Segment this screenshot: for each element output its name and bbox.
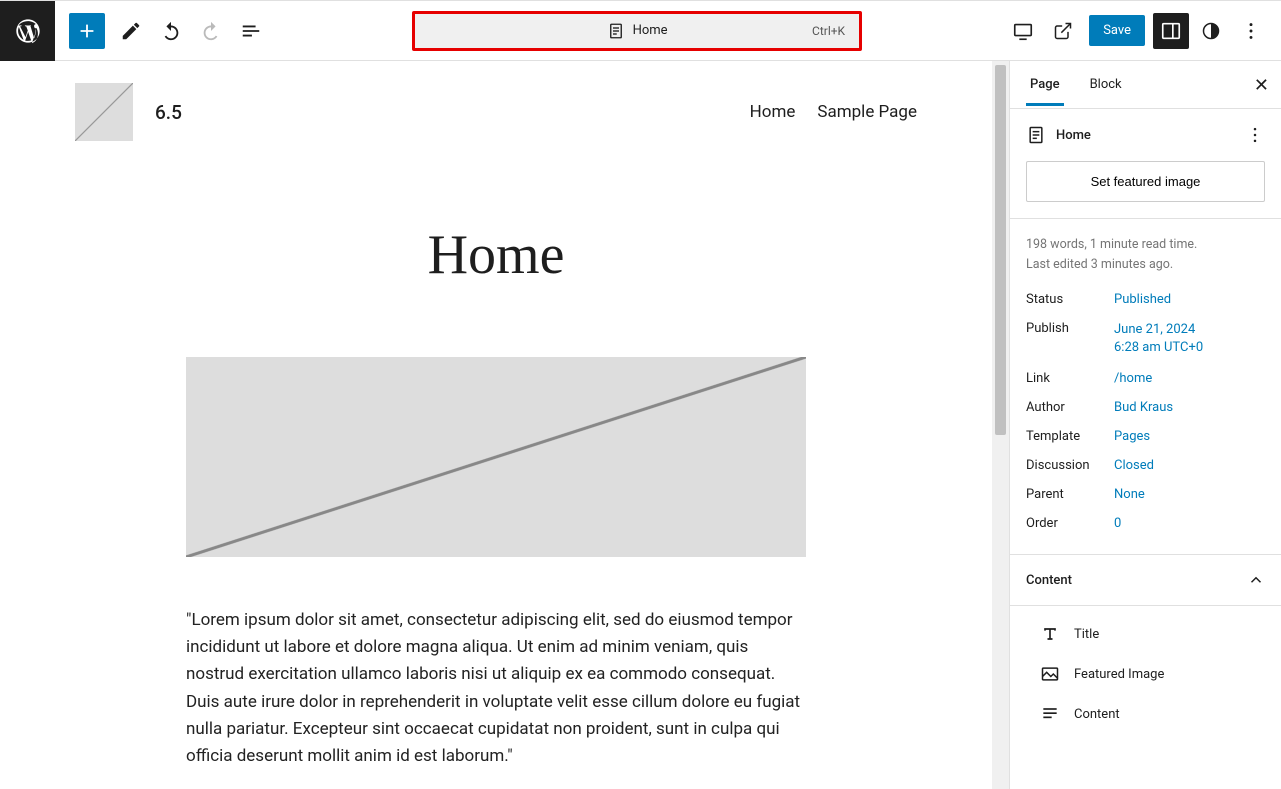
editor-canvas[interactable]: 6.5 Home Sample Page Home "Lorem ipsum d… [0,61,992,789]
summary-title: Home [1056,128,1091,143]
link-value[interactable]: /home [1114,371,1265,386]
site-logo-placeholder[interactable] [75,83,133,141]
image-icon [1040,664,1060,684]
close-sidebar-button[interactable]: ✕ [1254,75,1269,96]
content-item-title[interactable]: Title [1026,614,1265,654]
save-button[interactable]: Save [1089,15,1145,46]
set-featured-image-button[interactable]: Set featured image [1026,161,1265,202]
featured-image-placeholder[interactable] [186,357,806,557]
page-icon [1026,125,1046,145]
shortcut-hint: Ctrl+K [812,24,845,38]
parent-value[interactable]: None [1114,487,1265,502]
styles-button[interactable] [1193,13,1229,49]
document-title-button[interactable]: Home Ctrl+K [412,11,862,51]
settings-sidebar: Page Block ✕ Home Set featured im [1009,61,1281,789]
content-icon [1040,704,1060,724]
undo-button[interactable] [153,13,189,49]
page-icon [607,22,625,40]
view-desktop-button[interactable] [1005,13,1041,49]
edit-tools-button[interactable] [113,13,149,49]
summary-actions-button[interactable] [1245,125,1265,145]
wordpress-logo[interactable] [0,1,55,61]
nav-link-home[interactable]: Home [750,102,796,122]
chevron-up-icon [1247,571,1265,589]
vertical-scrollbar[interactable] [992,61,1009,789]
tab-page[interactable]: Page [1026,63,1064,106]
top-toolbar: Home Ctrl+K Save [0,1,1281,61]
order-value[interactable]: 0 [1114,516,1265,531]
document-title-label: Home [633,23,668,38]
redo-button[interactable] [193,13,229,49]
publish-value[interactable]: June 21, 20246:28 am UTC+0 [1114,321,1265,357]
more-options-button[interactable] [1233,13,1269,49]
discussion-value[interactable]: Closed [1114,458,1265,473]
site-nav: Home Sample Page [750,102,917,122]
tab-block[interactable]: Block [1086,63,1126,106]
page-title[interactable]: Home [186,223,806,287]
view-external-button[interactable] [1045,13,1081,49]
author-value[interactable]: Bud Kraus [1114,400,1265,415]
document-overview-button[interactable] [233,13,269,49]
site-title[interactable]: 6.5 [155,101,182,124]
last-edited-text: Last edited 3 minutes ago. [1026,255,1265,275]
template-value[interactable]: Pages [1114,429,1265,444]
content-item-content[interactable]: Content [1026,694,1265,734]
nav-link-sample[interactable]: Sample Page [817,102,917,122]
add-block-button[interactable] [69,13,105,49]
title-icon [1040,624,1060,644]
word-count-text: 198 words, 1 minute read time. [1026,235,1265,255]
status-value[interactable]: Published [1114,292,1265,307]
content-panel-toggle[interactable]: Content [1010,555,1281,606]
editor-canvas-wrap: 6.5 Home Sample Page Home "Lorem ipsum d… [0,61,1009,789]
settings-panel-toggle[interactable] [1153,13,1189,49]
content-item-featured-image[interactable]: Featured Image [1026,654,1265,694]
body-paragraph[interactable]: "Lorem ipsum dolor sit amet, consectetur… [186,607,806,770]
